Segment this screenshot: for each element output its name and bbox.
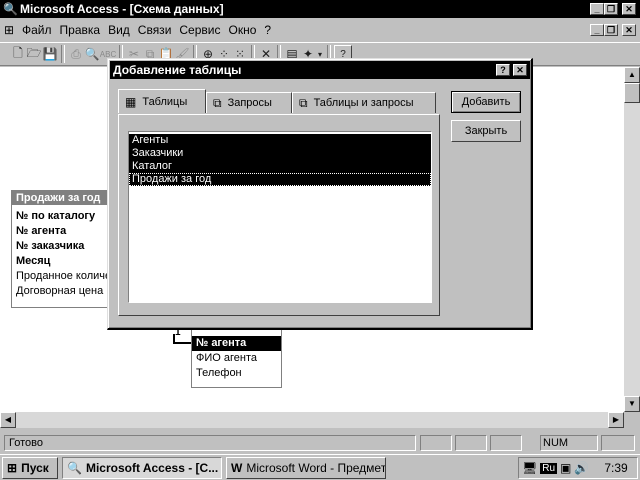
print-icon[interactable]: ⎙ <box>68 46 84 62</box>
list-item[interactable]: Заказчики <box>129 147 431 160</box>
menu-help[interactable]: ? <box>264 23 271 37</box>
preview-icon[interactable]: 🔍 <box>84 46 100 62</box>
tab-page: Агенты Заказчики Каталог Продажи за год <box>118 114 440 316</box>
table-field[interactable]: Телефон <box>192 366 281 381</box>
menu-bar: ⊞ Файл Правка Вид Связи Сервис Окно ? _ … <box>0 19 640 41</box>
dialog-help-button[interactable]: ? <box>496 64 510 76</box>
num-lock-indicator: NUM <box>540 435 598 451</box>
list-item[interactable]: Каталог <box>129 160 431 173</box>
system-tray: 🖥 Ru ▣ 🔊 7:39 <box>518 457 638 479</box>
status-panel <box>601 435 635 451</box>
tables-list[interactable]: Агенты Заказчики Каталог Продажи за год <box>128 131 432 303</box>
tab-tables[interactable]: ▦ Таблицы <box>118 89 206 113</box>
status-panel <box>490 435 522 451</box>
title-bar: 🔍 Microsoft Access - [Схема данных] _ ❐ … <box>0 0 640 18</box>
scroll-corner <box>624 412 640 428</box>
dialog-close-button[interactable]: ✕ <box>513 64 527 76</box>
tables-queries-icon: ⧉ <box>299 95 308 110</box>
access-app-icon[interactable]: 🔍 <box>3 2 18 16</box>
new-file-icon[interactable]: 🗋 <box>10 46 26 62</box>
doc-restore-button[interactable]: ❐ <box>604 24 618 36</box>
query-icon: ⧉ <box>213 95 222 110</box>
status-bar: Готово NUM <box>0 434 640 452</box>
menu-file[interactable]: Файл <box>22 23 52 37</box>
start-label: Пуск <box>21 461 49 475</box>
windows-logo-icon: ⊞ <box>7 461 18 475</box>
taskbar-word-label: Microsoft Word - Предмет... <box>246 461 386 475</box>
taskbar-access-label: Microsoft Access - [С... <box>85 461 219 475</box>
relations-doc-icon[interactable]: ⊞ <box>4 23 14 37</box>
scroll-right-button[interactable]: ▶ <box>608 412 624 428</box>
menu-relations[interactable]: Связи <box>138 23 172 37</box>
tab-tables-and-queries[interactable]: ⧉ Таблицы и запросы <box>292 92 436 113</box>
scroll-thumb[interactable] <box>624 83 640 103</box>
table-icon: ▦ <box>125 94 137 109</box>
word-task-icon: W <box>231 461 243 475</box>
table-field[interactable]: № агента <box>192 336 281 351</box>
monitor-tray-icon[interactable]: 🖥 <box>522 461 537 475</box>
horizontal-scrollbar[interactable]: ◀ ▶ <box>0 412 624 428</box>
table-field[interactable]: ФИО агента <box>192 351 281 366</box>
close-button[interactable]: ✕ <box>622 3 636 15</box>
status-panel <box>420 435 452 451</box>
clock: 7:39 <box>604 461 628 475</box>
scroll-down-button[interactable]: ▼ <box>624 396 640 412</box>
language-indicator[interactable]: Ru <box>540 462 558 474</box>
vertical-scrollbar[interactable]: ▲ ▼ <box>624 67 640 412</box>
doc-close-button[interactable]: ✕ <box>622 24 636 36</box>
start-button[interactable]: ⊞ Пуск <box>2 457 58 479</box>
open-folder-icon[interactable]: 🗁 <box>26 46 42 62</box>
table-window-agents[interactable]: № агента ФИО агента Телефон <box>191 330 282 388</box>
access-task-icon: 🔍 <box>67 461 82 475</box>
menu-tools[interactable]: Сервис <box>179 23 220 37</box>
dialog-title-bar[interactable]: Добавление таблицы ? ✕ <box>110 61 530 79</box>
minimize-button[interactable]: _ <box>590 3 604 15</box>
add-table-dialog: Добавление таблицы ? ✕ ▦ Таблицы ⧉ Запро… <box>107 58 533 330</box>
list-item[interactable]: Продажи за год <box>129 173 431 186</box>
restore-button[interactable]: ❐ <box>604 3 618 15</box>
scroll-up-button[interactable]: ▲ <box>624 67 640 83</box>
close-dialog-button[interactable]: Закрыть <box>451 120 521 142</box>
tray-app-icon[interactable]: ▣ <box>560 461 571 475</box>
menu-edit[interactable]: Правка <box>60 23 101 37</box>
tab-tables-label: Таблицы <box>142 95 188 108</box>
scroll-left-button[interactable]: ◀ <box>0 412 16 428</box>
menu-items: Файл Правка Вид Связи Сервис Окно ? <box>22 23 271 37</box>
status-text: Готово <box>9 437 43 449</box>
menu-window[interactable]: Окно <box>228 23 256 37</box>
tab-strip: ▦ Таблицы ⧉ Запросы ⧉ Таблицы и запросы <box>118 89 440 115</box>
save-icon[interactable]: 💾 <box>42 46 58 62</box>
taskbar: ⊞ Пуск 🔍 Microsoft Access - [С... W Micr… <box>0 454 640 480</box>
doc-minimize-button[interactable]: _ <box>590 24 604 36</box>
list-item[interactable]: Агенты <box>129 134 431 147</box>
menu-view[interactable]: Вид <box>108 23 130 37</box>
add-button-label: Добавить <box>461 96 511 108</box>
tab-queries[interactable]: ⧉ Запросы <box>206 92 292 113</box>
dialog-title: Добавление таблицы <box>113 63 242 77</box>
tab-tables-queries-label: Таблицы и запросы <box>313 97 414 109</box>
close-button-label: Закрыть <box>464 125 508 137</box>
status-panel <box>455 435 487 451</box>
window-title: Microsoft Access - [Схема данных] <box>20 2 224 16</box>
num-lock-label: NUM <box>543 437 569 449</box>
taskbar-word[interactable]: W Microsoft Word - Предмет... <box>226 457 386 479</box>
volume-icon[interactable]: 🔊 <box>574 461 589 475</box>
add-button[interactable]: Добавить <box>451 91 521 113</box>
toolbar-separator <box>61 45 65 63</box>
status-text-panel: Готово <box>4 435 416 451</box>
taskbar-access[interactable]: 🔍 Microsoft Access - [С... <box>62 457 222 479</box>
tab-queries-label: Запросы <box>227 97 272 109</box>
